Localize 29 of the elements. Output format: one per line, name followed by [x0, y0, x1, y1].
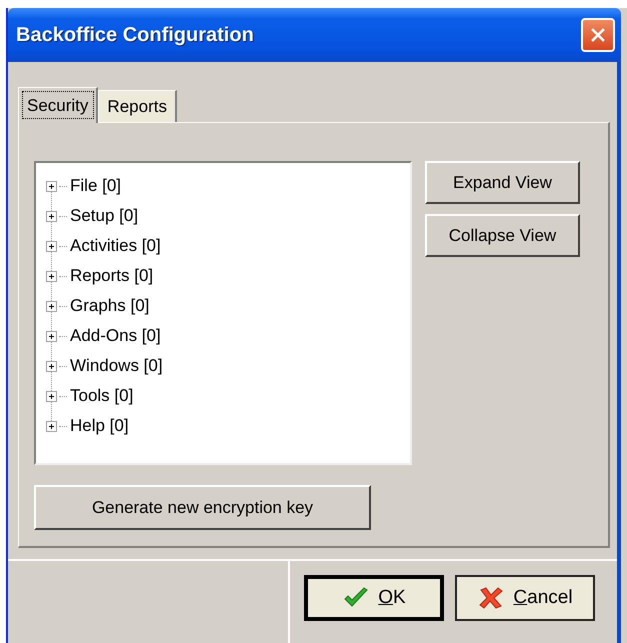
expand-icon[interactable] — [46, 420, 57, 432]
expand-view-button[interactable]: Expand View — [425, 161, 580, 204]
tree-item[interactable]: File [0] — [70, 176, 122, 196]
tree-item[interactable]: Add-Ons [0] — [70, 326, 161, 346]
expand-icon[interactable] — [46, 180, 57, 192]
tree-item[interactable]: Tools [0] — [70, 386, 134, 406]
expand-icon[interactable] — [46, 300, 57, 312]
cancel-button[interactable]: Cancel — [455, 575, 595, 622]
tree-item[interactable]: Windows [0] — [70, 356, 163, 376]
generate-key-button[interactable]: Generate new encryption key — [34, 485, 371, 530]
close-button[interactable] — [581, 18, 615, 52]
tree-item[interactable]: Graphs [0] — [70, 296, 150, 316]
tree-item[interactable]: Activities [0] — [70, 236, 161, 256]
expand-icon[interactable] — [46, 270, 57, 282]
tree-item[interactable]: Reports [0] — [70, 266, 154, 286]
expand-icon[interactable] — [46, 240, 57, 252]
collapse-view-button[interactable]: Collapse View — [425, 214, 580, 257]
expand-icon[interactable] — [46, 330, 57, 342]
ok-button[interactable]: OK — [304, 575, 444, 622]
tab[interactable]: Reports — [98, 90, 177, 122]
expand-icon[interactable] — [46, 210, 57, 222]
expand-icon[interactable] — [46, 360, 57, 372]
tree-item[interactable]: Help [0] — [70, 416, 129, 436]
cross-icon — [477, 586, 506, 610]
close-icon — [590, 27, 606, 43]
expand-icon[interactable] — [46, 390, 57, 402]
tree-item[interactable]: Setup [0] — [70, 206, 138, 226]
tab[interactable]: Security — [18, 87, 98, 123]
window-title: Backoffice Configuration — [16, 24, 254, 46]
